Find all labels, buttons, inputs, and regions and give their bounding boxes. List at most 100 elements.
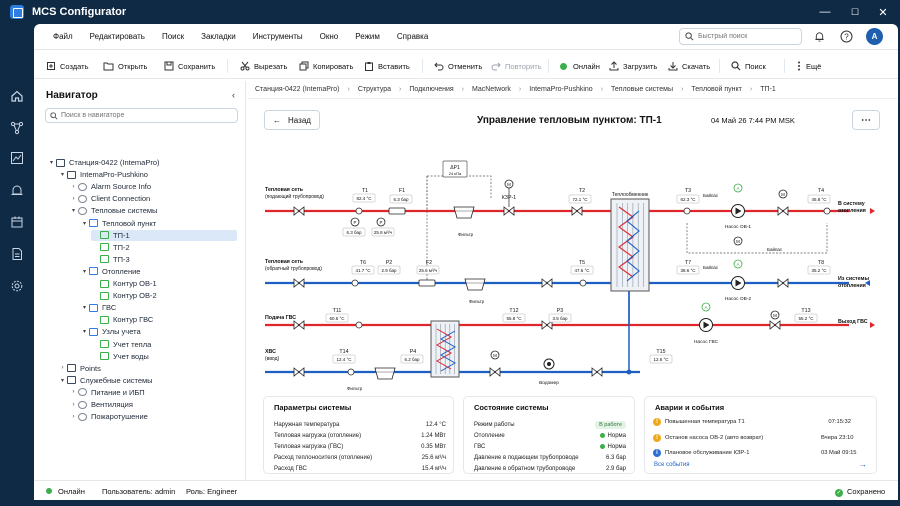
tree-item[interactable]: ТП-3 (91, 254, 237, 265)
chevron-down-icon[interactable]: ▾ (58, 171, 67, 178)
navigator-search[interactable] (45, 108, 238, 123)
toolbar: Создать Открыть Сохранить Вырезать Копир… (34, 53, 898, 79)
menu-edit[interactable]: Редактировать (90, 32, 145, 41)
tree-item[interactable]: Учет тепла (91, 339, 237, 350)
flow-arrow-icon (870, 208, 875, 214)
chevron-down-icon[interactable]: ▾ (80, 220, 89, 227)
navigator-search-input[interactable] (61, 112, 231, 119)
tree-item[interactable]: ▾ ГВС (80, 302, 237, 313)
tree-item[interactable]: Учет воды (91, 351, 237, 362)
collapse-navigator-icon[interactable]: ‹ (232, 90, 235, 100)
topology-icon[interactable] (8, 119, 26, 137)
tree-item[interactable]: Контур ОВ-2 (91, 290, 237, 301)
chevron-right-icon[interactable]: › (69, 196, 78, 202)
tree-item[interactable]: ТП-2 (91, 242, 237, 253)
menu-bookmarks[interactable]: Закладки (201, 32, 236, 41)
tree-item[interactable]: ▾ Узлы учета (80, 326, 237, 337)
online-status[interactable]: Онлайн (560, 58, 600, 74)
gate-valve-icon (591, 367, 603, 377)
more-menu-button[interactable]: Ещё (796, 58, 821, 74)
pump-ov2-label: Насос ОВ-2 (725, 296, 752, 302)
chart-icon[interactable] (8, 149, 26, 167)
search-label: Поиск (745, 61, 766, 71)
open-button[interactable]: Открыть (103, 58, 147, 74)
menu-mode[interactable]: Режим (355, 32, 380, 41)
tree-item[interactable]: › Points (58, 363, 237, 374)
download-button[interactable]: Скачать (668, 58, 710, 74)
tree-node-icon (89, 303, 98, 312)
bell-icon[interactable] (814, 31, 825, 42)
chevron-down-icon[interactable]: ▾ (80, 268, 89, 275)
state-label: ГВС (474, 444, 486, 450)
menu-tools[interactable]: Инструменты (253, 32, 303, 41)
tag-label: Т4 (818, 188, 824, 194)
quick-search-input[interactable] (698, 33, 798, 40)
close-button[interactable]: ✕ (868, 0, 898, 24)
tree-item[interactable]: ▾ Отопление (80, 266, 237, 277)
online-dot-icon (560, 62, 567, 70)
tree-item[interactable]: ▾ Станция-0422 (IntemaPro) (47, 157, 237, 168)
tree-item[interactable]: Контур ОВ-1 (91, 278, 237, 289)
tree-node-icon (100, 340, 109, 348)
reading-value: 47.6 °C (574, 268, 590, 273)
navigator-title: Навигатор (46, 90, 98, 101)
upload-button[interactable]: Загрузить (609, 58, 657, 74)
chevron-right-icon[interactable]: › (69, 389, 78, 395)
alarm-icon[interactable] (8, 181, 26, 199)
heat-exchanger-label: Теплообменник (612, 192, 649, 198)
cut-button[interactable]: Вырезать (240, 58, 287, 74)
create-button[interactable]: Создать (46, 58, 89, 74)
tree-item[interactable]: ТП-1 (91, 229, 237, 241)
chevron-down-icon[interactable]: ▾ (47, 159, 56, 166)
home-icon[interactable] (8, 87, 26, 105)
chevron-down-icon[interactable]: ▾ (80, 328, 89, 335)
state-label: Отопление (474, 433, 505, 439)
tree-item[interactable]: Контур ГВС (91, 314, 237, 325)
menu-file[interactable]: Файл (53, 32, 73, 41)
tree-item[interactable]: › Питание и ИБП (69, 387, 237, 398)
tree-item[interactable]: › Client Connection (69, 193, 237, 204)
menu-search[interactable]: Поиск (162, 32, 184, 41)
tag-label: Т11 (333, 308, 342, 314)
menu-window[interactable]: Окно (320, 32, 339, 41)
tree-item[interactable]: › Вентиляция (69, 399, 237, 410)
chevron-right-icon[interactable]: › (69, 184, 78, 190)
minimize-button[interactable]: — (810, 0, 840, 24)
menu-help[interactable]: Справка (397, 32, 428, 41)
chevron-right-icon[interactable]: › (69, 414, 78, 420)
tree-item[interactable]: ▾ Служебные системы (58, 375, 237, 386)
status-role: Роль: Engineer (186, 487, 238, 496)
report-icon[interactable] (8, 245, 26, 263)
chevron-down-icon[interactable]: ▾ (69, 207, 78, 214)
chevron-right-icon[interactable]: › (58, 365, 67, 371)
event-row[interactable]: ! Останов насоса ОВ-2 (авто возврат) Вчера… (653, 433, 867, 444)
copy-button[interactable]: Копировать (299, 58, 353, 74)
redo-button[interactable]: Повторить (491, 58, 542, 74)
tree-item[interactable]: ▾ IntemaPro-Pushkino (58, 169, 237, 180)
save-button[interactable]: Сохранить (164, 58, 215, 74)
undo-button[interactable]: Отменить (434, 58, 482, 74)
gate-valve-icon (571, 206, 583, 216)
search-button[interactable]: Поиск (731, 58, 766, 74)
maximize-button[interactable]: ☐ (840, 0, 870, 24)
help-icon[interactable]: ? (840, 30, 853, 43)
all-events-link[interactable]: Все события (654, 462, 690, 468)
calendar-icon[interactable] (8, 213, 26, 231)
arrow-right-icon[interactable]: → (859, 460, 867, 469)
settings-icon[interactable] (8, 277, 26, 295)
paste-button[interactable]: Вставить (364, 58, 410, 74)
tree-item[interactable]: ▾ Тепловые системы (69, 205, 237, 216)
chevron-down-icon[interactable]: ▾ (80, 304, 89, 311)
sensor-icon (823, 207, 831, 215)
quick-search[interactable] (679, 28, 802, 45)
tree-item[interactable]: ▾ Тепловой пункт (80, 218, 237, 229)
toolbar-divider (227, 59, 228, 73)
chevron-right-icon[interactable]: › (69, 402, 78, 408)
tree-item[interactable]: › Alarm Source Info (69, 181, 237, 192)
chevron-down-icon[interactable]: ▾ (58, 377, 67, 384)
event-row[interactable]: ! Повышенная температура Т1 07:15:32 (653, 418, 867, 428)
event-row[interactable]: i Плановое обслуживание КЗР-1 03 Май 09:15 (653, 449, 867, 459)
avatar[interactable]: A (866, 28, 883, 45)
tree-item[interactable]: › Пожаротушение (69, 411, 237, 422)
cut-label: Вырезать (254, 61, 288, 71)
